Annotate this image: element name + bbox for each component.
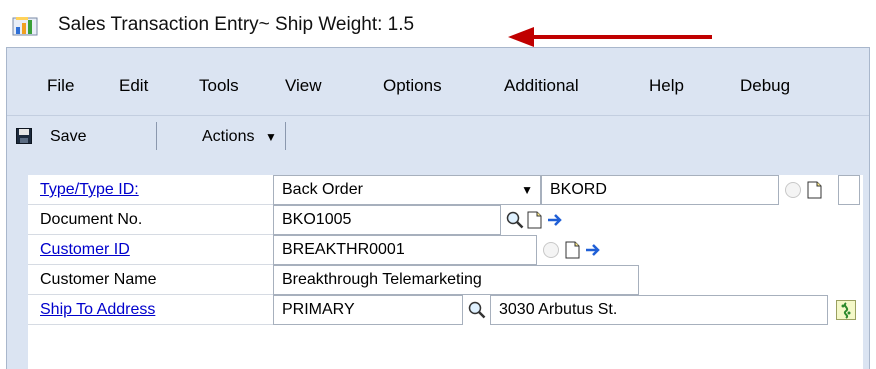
type-id-input[interactable]: BKORD xyxy=(541,175,779,205)
address-input[interactable]: 3030 Arbutus St. xyxy=(490,295,828,325)
ship-to-input[interactable]: PRIMARY xyxy=(273,295,463,325)
note-icon[interactable] xyxy=(563,241,581,259)
menu-tools[interactable]: Tools xyxy=(199,76,239,96)
floppy-disk-icon[interactable] xyxy=(16,128,32,144)
actions-button[interactable]: Actions xyxy=(202,128,254,146)
expansion-arrow-icon[interactable] xyxy=(584,241,602,259)
customer-name-row: Customer Name Breakthrough Telemarketing xyxy=(28,265,863,295)
menu-bar: File Edit Tools View Options Additional … xyxy=(7,48,869,115)
sales-transaction-window: File Edit Tools View Options Additional … xyxy=(6,47,870,369)
lookup-icon[interactable] xyxy=(506,211,524,229)
toolbar-separator xyxy=(285,122,286,150)
type-value: Back Order xyxy=(282,181,363,198)
customer-name-input[interactable]: Breakthrough Telemarketing xyxy=(273,265,639,295)
annotation-arrow xyxy=(508,26,712,48)
type-label[interactable]: Type/Type ID: xyxy=(28,175,273,205)
type-id-end-cell xyxy=(838,175,860,205)
document-label: Document No. xyxy=(28,205,273,235)
expansion-arrow-icon[interactable] xyxy=(546,211,564,229)
app-icon xyxy=(12,15,40,37)
note-icon[interactable] xyxy=(525,211,543,229)
toolbar: Save Actions ▼ xyxy=(7,115,869,156)
customer-id-input[interactable]: BREAKTHR0001 xyxy=(273,235,537,265)
menu-additional[interactable]: Additional xyxy=(504,76,579,96)
lookup-icon[interactable] xyxy=(468,301,486,319)
menu-debug[interactable]: Debug xyxy=(740,76,790,96)
title-bar: Sales Transaction Entry~ Ship Weight: 1.… xyxy=(0,0,876,47)
menu-view[interactable]: View xyxy=(285,76,322,96)
blank-note-icon[interactable] xyxy=(542,241,560,259)
address-map-icon[interactable] xyxy=(836,300,856,320)
dropdown-caret-icon[interactable]: ▼ xyxy=(521,176,533,204)
customer-id-row: Customer ID BREAKTHR0001 xyxy=(28,235,863,265)
menu-edit[interactable]: Edit xyxy=(119,76,148,96)
type-select[interactable]: Back Order ▼ xyxy=(273,175,541,205)
toolbar-separator xyxy=(156,122,157,150)
ship-to-row: Ship To Address PRIMARY 3030 Arbutus St. xyxy=(28,295,863,325)
document-row: Document No. BKO1005 xyxy=(28,205,863,235)
customer-id-label[interactable]: Customer ID xyxy=(28,235,273,265)
menu-help[interactable]: Help xyxy=(649,76,684,96)
menu-options[interactable]: Options xyxy=(383,76,442,96)
document-input[interactable]: BKO1005 xyxy=(273,205,501,235)
note-icon[interactable] xyxy=(805,181,823,199)
customer-name-label: Customer Name xyxy=(28,265,273,295)
ship-to-label[interactable]: Ship To Address xyxy=(28,295,273,325)
type-row: Type/Type ID: Back Order ▼ BKORD xyxy=(28,175,863,205)
menu-file[interactable]: File xyxy=(47,76,74,96)
window-title: Sales Transaction Entry~ Ship Weight: 1.… xyxy=(58,14,415,35)
transaction-form: Type/Type ID: Back Order ▼ BKORD Documen… xyxy=(28,175,863,369)
save-button[interactable]: Save xyxy=(50,128,86,146)
blank-note-icon[interactable] xyxy=(784,181,802,199)
dropdown-caret-icon[interactable]: ▼ xyxy=(265,129,277,145)
